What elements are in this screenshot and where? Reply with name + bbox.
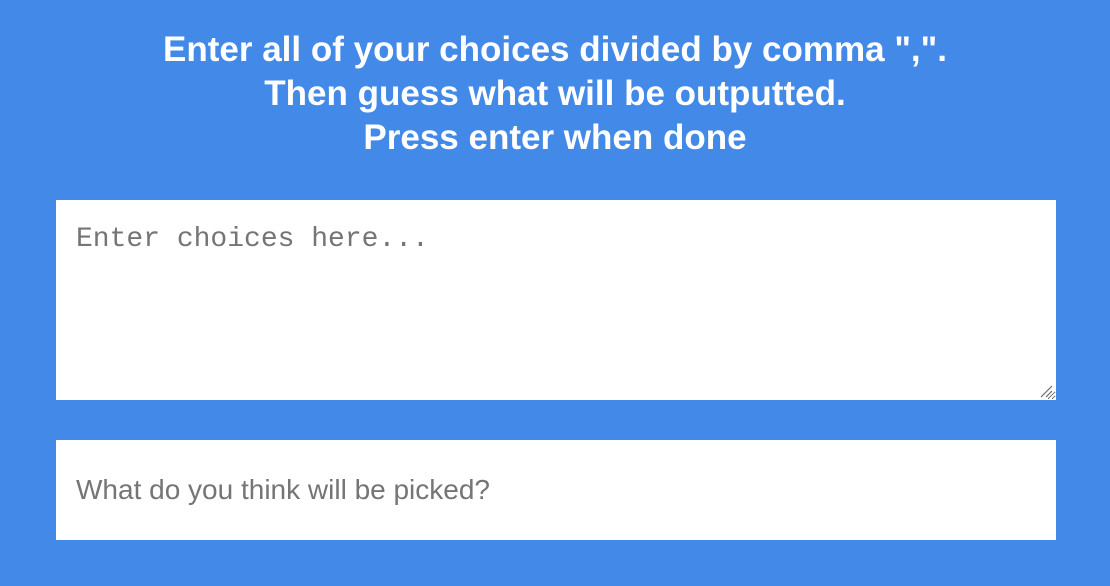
- instructions-line-2: Then guess what will be outputted.: [264, 74, 846, 113]
- instructions-heading: Enter all of your choices divided by com…: [0, 28, 1110, 160]
- instructions-line-3: Press enter when done: [363, 118, 747, 157]
- choices-textarea[interactable]: [56, 200, 1056, 400]
- instructions-line-1: Enter all of your choices divided by com…: [163, 30, 947, 69]
- guess-input[interactable]: [56, 440, 1056, 540]
